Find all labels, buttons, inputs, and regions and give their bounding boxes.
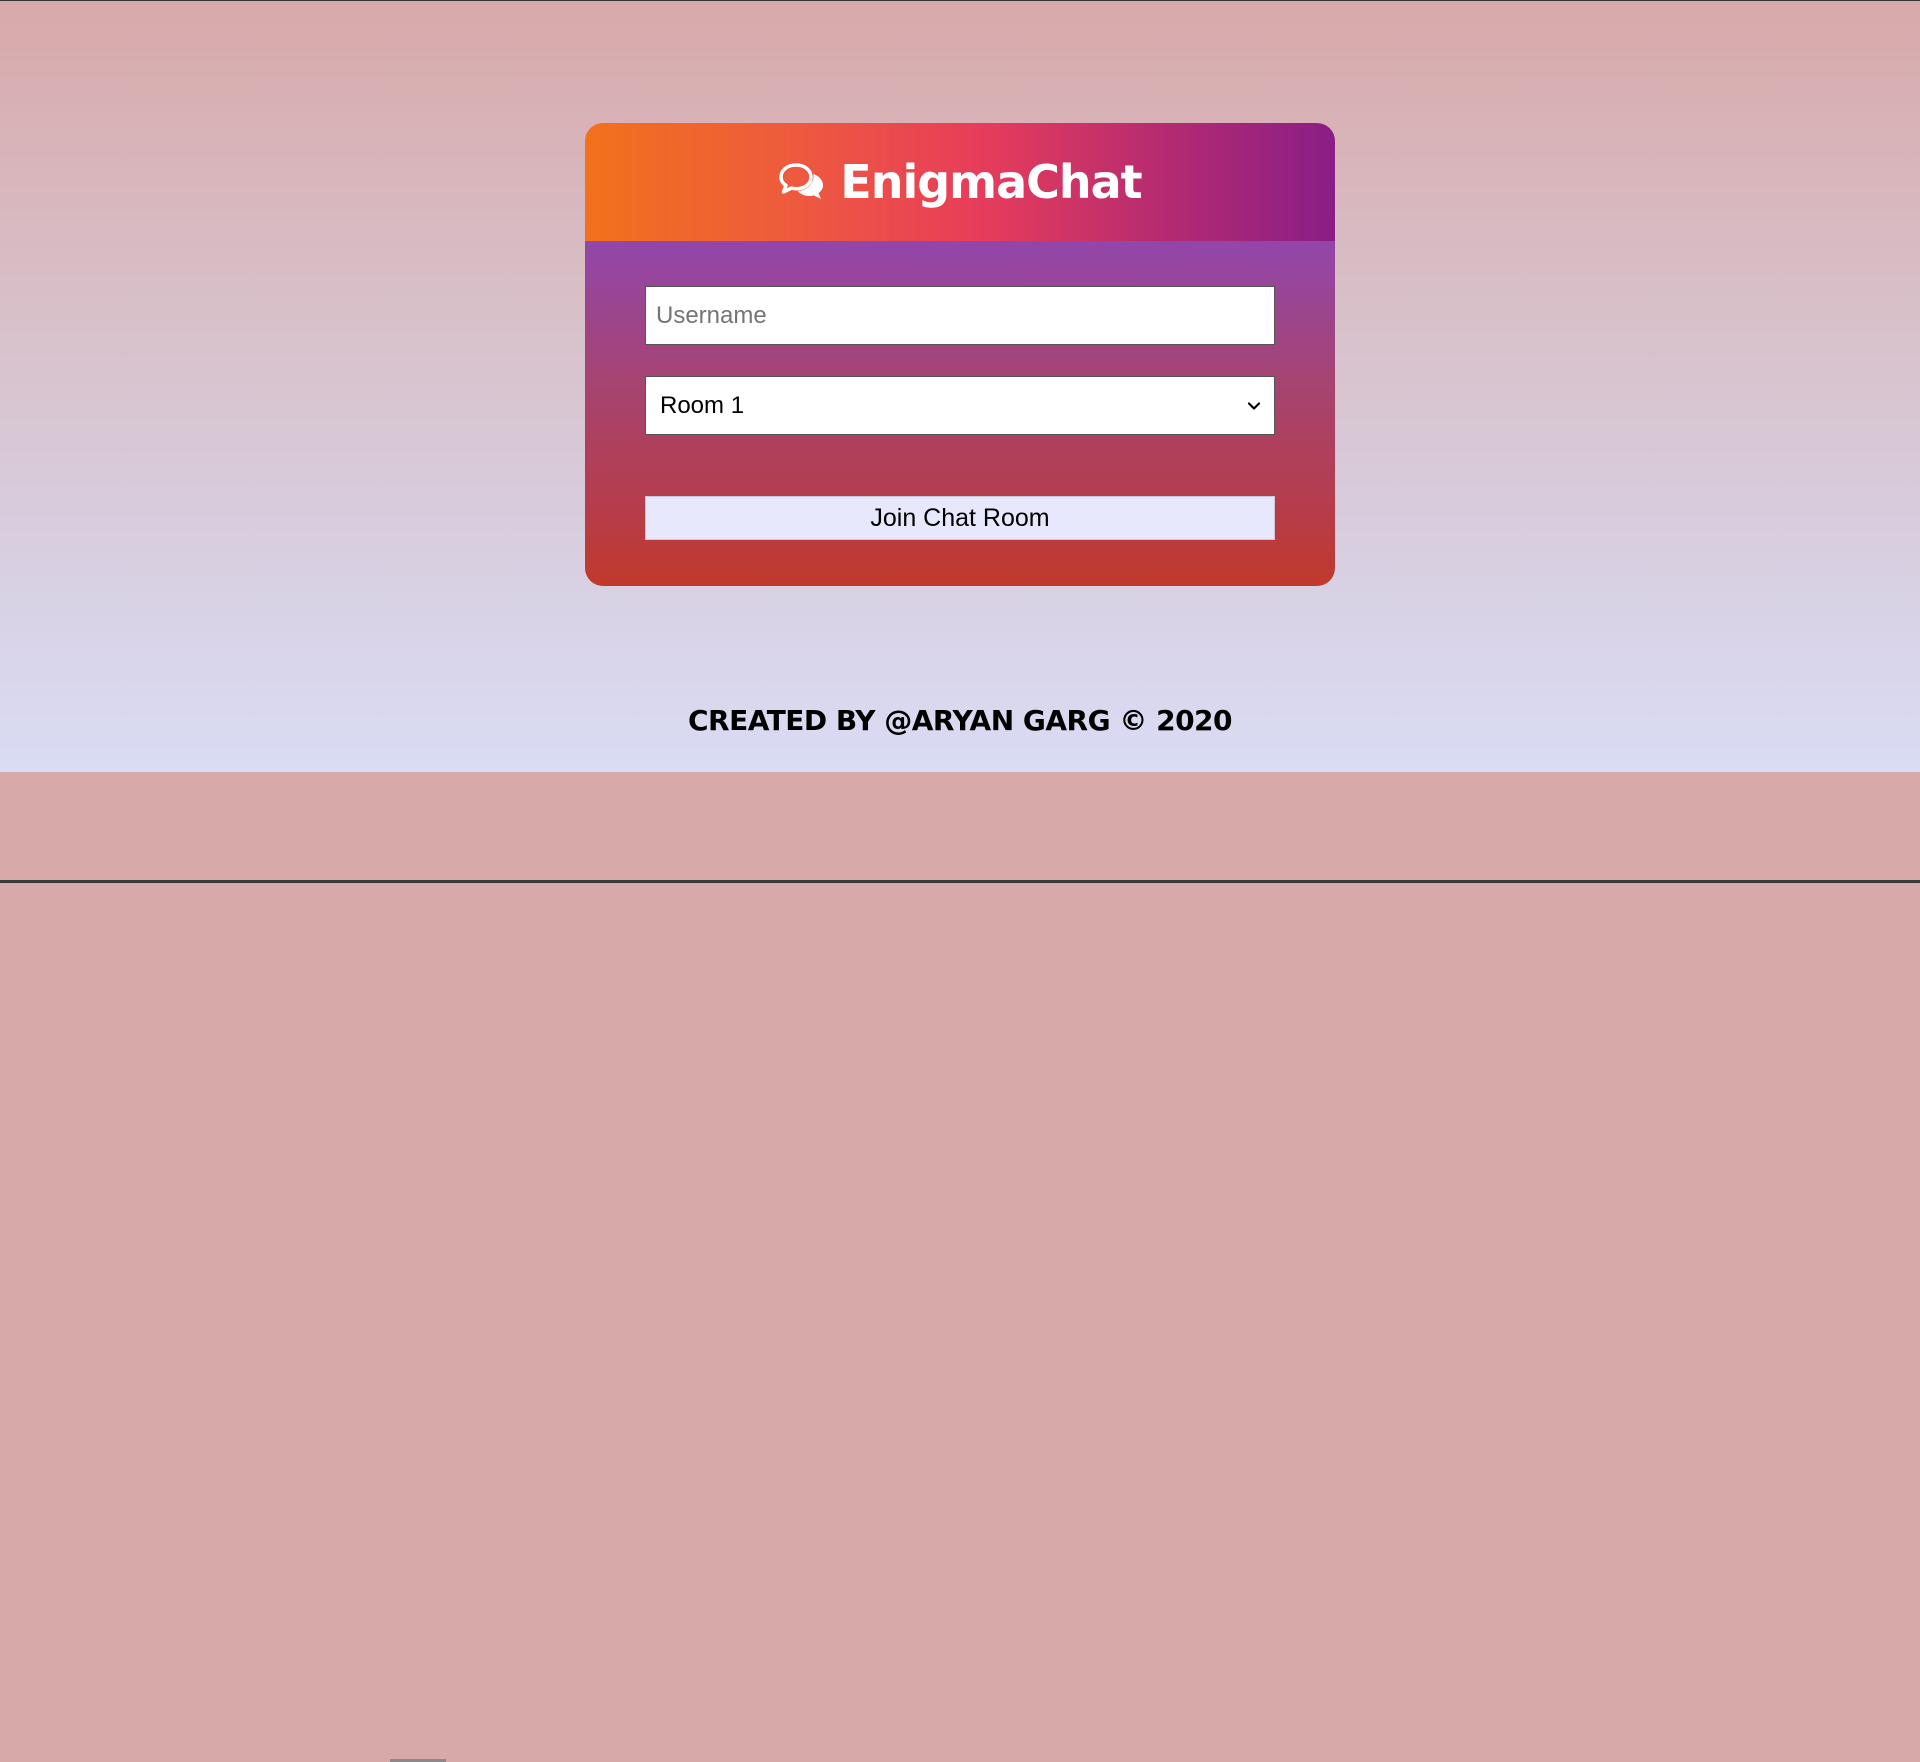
bottom-band	[0, 772, 1920, 883]
username-input[interactable]	[645, 286, 1275, 345]
comments-icon	[778, 162, 826, 202]
card-body: Room 1 Join Chat Room	[585, 241, 1335, 586]
app-title: EnigmaChat	[840, 155, 1142, 209]
room-select-value: Room 1	[660, 391, 745, 419]
card-header: EnigmaChat	[585, 123, 1335, 241]
room-select[interactable]: Room 1	[645, 376, 1275, 435]
brand: EnigmaChat	[778, 155, 1143, 209]
footer-credit: CREATED BY @ARYAN GARG © 2020	[687, 704, 1233, 737]
chevron-down-icon	[1246, 398, 1262, 414]
join-chat-room-button[interactable]: Join Chat Room	[645, 496, 1275, 540]
join-card: EnigmaChat Room 1 Join Chat Room	[585, 123, 1335, 586]
page-background: EnigmaChat Room 1 Join Chat Room CREATED…	[0, 2, 1920, 772]
